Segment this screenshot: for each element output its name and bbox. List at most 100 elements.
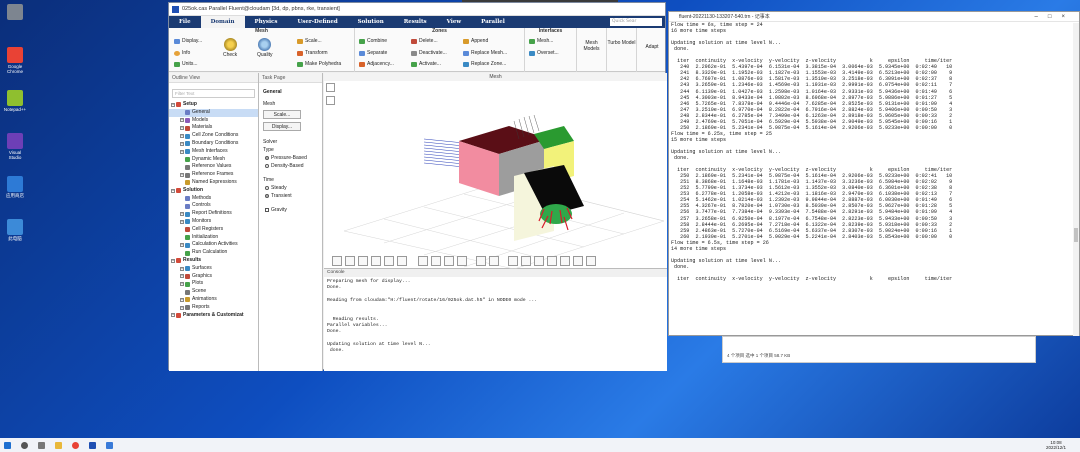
menu-view[interactable]: View bbox=[437, 16, 472, 28]
outline-item[interactable]: + Monitors bbox=[169, 218, 258, 226]
probe-icon[interactable] bbox=[457, 256, 467, 266]
outline-item[interactable]: Controls bbox=[169, 202, 258, 210]
desktop-icon[interactable] bbox=[2, 4, 28, 21]
menu-solution[interactable]: Solution bbox=[348, 16, 394, 28]
expand-toggle-icon[interactable]: + bbox=[180, 282, 184, 287]
gravity-checkbox[interactable]: Gravity bbox=[259, 207, 322, 213]
outline-item[interactable]: Methods bbox=[169, 195, 258, 203]
lighting-icon[interactable] bbox=[521, 256, 531, 266]
axes-icon[interactable] bbox=[444, 256, 454, 266]
layout-icon[interactable] bbox=[560, 256, 570, 266]
check-button[interactable]: Check bbox=[223, 38, 237, 58]
expand-toggle-icon[interactable]: + bbox=[180, 297, 184, 302]
shade-icon[interactable] bbox=[534, 256, 544, 266]
task-view-icon[interactable] bbox=[38, 441, 45, 449]
outline-item[interactable]: Reference Values bbox=[169, 163, 258, 171]
expand-toggle-icon[interactable]: − bbox=[171, 313, 175, 318]
zoom-in-icon[interactable] bbox=[418, 256, 428, 266]
outline-item[interactable]: − Setup bbox=[169, 101, 258, 109]
desktop-icon[interactable]: 应用商店 bbox=[2, 176, 28, 198]
desktop-icon[interactable]: Google Chrome bbox=[2, 47, 28, 74]
make-polyhedra-button[interactable]: Make Polyhedra bbox=[297, 61, 341, 67]
chart-icon[interactable] bbox=[573, 256, 583, 266]
mesh-viewport[interactable] bbox=[324, 81, 667, 269]
units-button[interactable]: Units... bbox=[174, 61, 198, 67]
fluent-taskbar-icon[interactable] bbox=[89, 441, 96, 449]
desktop-icon[interactable]: 此电脑 bbox=[2, 219, 28, 241]
menu-parallel[interactable]: Parallel bbox=[471, 16, 515, 28]
rotate-icon[interactable] bbox=[345, 256, 355, 266]
mesh-models-button[interactable]: Mesh Models bbox=[577, 28, 607, 72]
replace-mesh-button[interactable]: Replace Mesh... bbox=[463, 50, 507, 56]
steady-option[interactable]: Steady bbox=[259, 185, 322, 191]
menu-file[interactable]: File bbox=[169, 16, 201, 28]
notepad-text-area[interactable]: Flow time = 6s, time step = 24 16 more t… bbox=[669, 22, 1079, 335]
expand-toggle-icon[interactable]: + bbox=[180, 149, 184, 154]
outline-item[interactable]: + Reports bbox=[169, 304, 258, 312]
append-button[interactable]: Append bbox=[463, 38, 488, 44]
scale-button[interactable]: Scale... bbox=[297, 38, 322, 44]
quick-search-input[interactable]: Quick Sear bbox=[610, 18, 662, 26]
mesh-interface-button[interactable]: Mesh... bbox=[529, 38, 553, 44]
mesh-view-icon[interactable] bbox=[489, 256, 499, 266]
desktop-icon[interactable]: Visual Studio bbox=[2, 133, 28, 160]
info-button[interactable]: Info bbox=[174, 50, 190, 56]
quality-button[interactable]: Quality bbox=[257, 38, 273, 58]
task-scale-button[interactable]: Scale... bbox=[263, 110, 301, 119]
expand-toggle-icon[interactable]: + bbox=[180, 118, 184, 123]
menu-results[interactable]: Results bbox=[394, 16, 437, 28]
chrome-icon[interactable] bbox=[72, 441, 79, 449]
outline-item[interactable]: + Animations bbox=[169, 296, 258, 304]
expand-toggle-icon[interactable]: + bbox=[180, 305, 184, 310]
adapt-button[interactable]: Adapt bbox=[637, 28, 667, 72]
transient-option[interactable]: Transient bbox=[259, 193, 322, 199]
outline-item[interactable]: + Mesh Interfaces bbox=[169, 148, 258, 156]
outline-item[interactable]: − Parameters & Customizat bbox=[169, 312, 258, 320]
expand-toggle-icon[interactable]: + bbox=[180, 212, 184, 217]
outline-item[interactable]: Cell Registers bbox=[169, 226, 258, 234]
expand-toggle-icon[interactable]: − bbox=[171, 102, 175, 107]
outline-item[interactable]: + Calculation Activities bbox=[169, 241, 258, 249]
window-controls[interactable]: –□× bbox=[1035, 12, 1075, 22]
perspective-icon[interactable] bbox=[547, 256, 557, 266]
scroll-thumb[interactable] bbox=[1074, 228, 1078, 242]
outline-item[interactable]: Run Calculation bbox=[169, 249, 258, 257]
search-icon[interactable] bbox=[21, 441, 28, 449]
transform-button[interactable]: Transform bbox=[297, 50, 328, 56]
print-icon[interactable] bbox=[586, 256, 596, 266]
activate-button[interactable]: Activate... bbox=[411, 61, 441, 67]
display-button[interactable]: Display... bbox=[174, 38, 202, 44]
outline-item[interactable]: Named Expressions bbox=[169, 179, 258, 187]
outline-item[interactable]: + Materials bbox=[169, 124, 258, 132]
expand-toggle-icon[interactable]: + bbox=[180, 126, 184, 131]
outline-item[interactable]: + Graphics bbox=[169, 273, 258, 281]
pressure-based-option[interactable]: Pressure-Based bbox=[259, 155, 322, 161]
menu-domain[interactable]: Domain bbox=[200, 16, 245, 28]
system-clock[interactable]: 10:08 2022/12/1 bbox=[1046, 440, 1066, 450]
adjacency-button[interactable]: Adjacency... bbox=[359, 61, 394, 67]
start-icon[interactable] bbox=[4, 441, 11, 449]
file-explorer-icon[interactable] bbox=[55, 441, 62, 449]
notepad-scrollbar[interactable] bbox=[1073, 23, 1079, 336]
expand-toggle-icon[interactable]: + bbox=[180, 266, 184, 271]
console-panel[interactable]: Console Preparing mesh for display... Don… bbox=[324, 269, 667, 371]
outline-item[interactable]: + Report Definitions bbox=[169, 210, 258, 218]
outline-item[interactable]: − Results bbox=[169, 257, 258, 265]
menu-physics[interactable]: Physics bbox=[245, 16, 288, 28]
expand-toggle-icon[interactable]: + bbox=[180, 173, 184, 178]
expand-toggle-icon[interactable]: − bbox=[171, 188, 175, 193]
outline-filter-input[interactable]: Filter Text bbox=[172, 89, 255, 98]
notepad-taskbar-icon[interactable] bbox=[106, 441, 113, 449]
expand-toggle-icon[interactable]: + bbox=[180, 274, 184, 279]
zoom-out-icon[interactable] bbox=[431, 256, 441, 266]
density-based-option[interactable]: Density-Based bbox=[259, 163, 322, 169]
outline-item[interactable]: − Solution bbox=[169, 187, 258, 195]
expand-toggle-icon[interactable]: − bbox=[171, 258, 175, 263]
outline-item[interactable]: + Models bbox=[169, 117, 258, 125]
outline-item[interactable]: + Reference Frames bbox=[169, 171, 258, 179]
pointer-icon[interactable] bbox=[332, 256, 342, 266]
expand-toggle-icon[interactable]: + bbox=[180, 219, 184, 224]
pan-icon[interactable] bbox=[358, 256, 368, 266]
outline-item[interactable]: + Plots bbox=[169, 280, 258, 288]
separate-button[interactable]: Separate bbox=[359, 50, 387, 56]
